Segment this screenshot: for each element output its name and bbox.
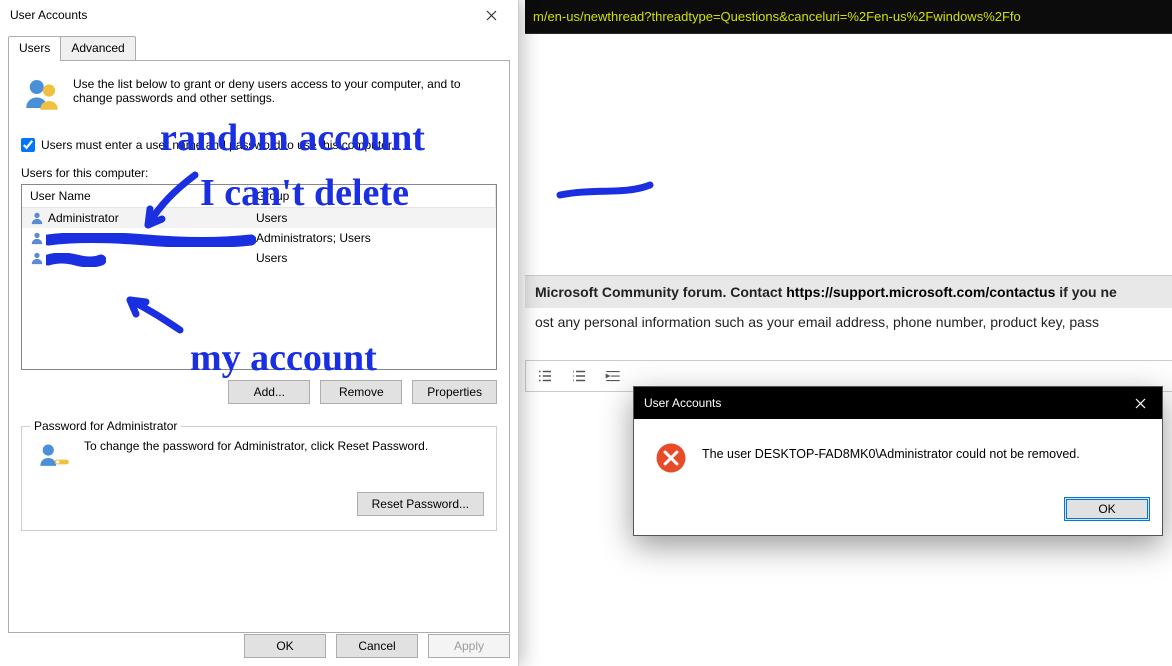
users-list-label: Users for this computer:	[21, 166, 497, 180]
url-fragment: m/en-us/newthread?threadtype=Questions&c…	[533, 9, 1021, 24]
cell-group: Users	[248, 208, 496, 228]
col-username[interactable]: User Name	[22, 185, 248, 207]
error-title: User Accounts	[644, 396, 1118, 410]
require-password-label: Users must enter a user name and passwor…	[41, 138, 395, 152]
table-header[interactable]: User Name Group	[22, 185, 496, 208]
tab-strip: UsersAdvanced	[8, 36, 510, 61]
error-message: The user DESKTOP-FAD8MK0\Administrator c…	[702, 441, 1080, 475]
error-ok-button[interactable]: OK	[1064, 497, 1150, 521]
cell-username: ████	[48, 251, 82, 265]
table-row[interactable]: ████████████ Administrators; Users	[22, 228, 496, 248]
cell-group: Users	[248, 248, 496, 268]
community-notice-line2: ost any personal information such as you…	[525, 308, 1172, 336]
user-accounts-dialog: User Accounts UsersAdvanced Use the list…	[0, 0, 519, 666]
error-titlebar[interactable]: User Accounts	[634, 387, 1162, 419]
table-row[interactable]: Administrator Users	[22, 208, 496, 228]
user-icon	[30, 251, 44, 265]
cell-username: ████████████	[48, 231, 150, 245]
col-group[interactable]: Group	[248, 185, 496, 207]
error-icon	[654, 441, 688, 475]
community-notice: Microsoft Community forum. Contact https…	[525, 275, 1172, 308]
dialog-footer: OK Cancel Apply	[8, 634, 510, 658]
password-group: Password for Administrator To change the…	[21, 426, 497, 531]
community-page: Microsoft Community forum. Contact https…	[525, 275, 1172, 392]
reset-password-button[interactable]: Reset Password...	[357, 492, 484, 516]
close-button[interactable]	[470, 1, 512, 29]
dialog-titlebar[interactable]: User Accounts	[0, 0, 518, 30]
intro: Use the list below to grant or deny user…	[21, 73, 497, 118]
table-row[interactable]: ████ Users	[22, 248, 496, 268]
cancel-button[interactable]: Cancel	[336, 634, 418, 658]
password-group-label: Password for Administrator	[30, 419, 181, 433]
error-dialog: User Accounts The user DESKTOP-FAD8MK0\A…	[633, 386, 1163, 536]
tab-users[interactable]: Users	[8, 36, 61, 61]
key-user-icon	[34, 439, 72, 480]
cell-group: Administrators; Users	[248, 228, 496, 248]
user-icon	[30, 211, 44, 225]
cell-username: Administrator	[48, 211, 119, 225]
dialog-title: User Accounts	[10, 8, 470, 22]
users-table[interactable]: User Name Group Administrator Users ████…	[21, 184, 497, 370]
add-button[interactable]: Add...	[228, 380, 310, 404]
support-link[interactable]: https://support.microsoft.com/contactus	[786, 284, 1055, 300]
users-group-icon	[21, 73, 63, 118]
list-unordered-icon[interactable]	[534, 367, 556, 385]
browser-address-bar[interactable]: m/en-us/newthread?threadtype=Questions&c…	[525, 0, 1172, 34]
remove-button[interactable]: Remove	[320, 380, 402, 404]
indent-icon[interactable]	[602, 367, 624, 385]
list-ordered-icon[interactable]	[568, 367, 590, 385]
intro-text: Use the list below to grant or deny user…	[73, 73, 497, 118]
user-icon	[30, 231, 44, 245]
apply-button: Apply	[428, 634, 510, 658]
require-password-input[interactable]	[21, 138, 35, 152]
error-close-button[interactable]	[1118, 387, 1162, 419]
require-password-checkbox[interactable]: Users must enter a user name and passwor…	[21, 138, 497, 152]
tab-advanced[interactable]: Advanced	[60, 36, 135, 60]
password-group-text: To change the password for Administrator…	[84, 439, 428, 453]
ok-button[interactable]: OK	[244, 634, 326, 658]
properties-button[interactable]: Properties	[412, 380, 497, 404]
tab-body: Use the list below to grant or deny user…	[8, 61, 510, 633]
